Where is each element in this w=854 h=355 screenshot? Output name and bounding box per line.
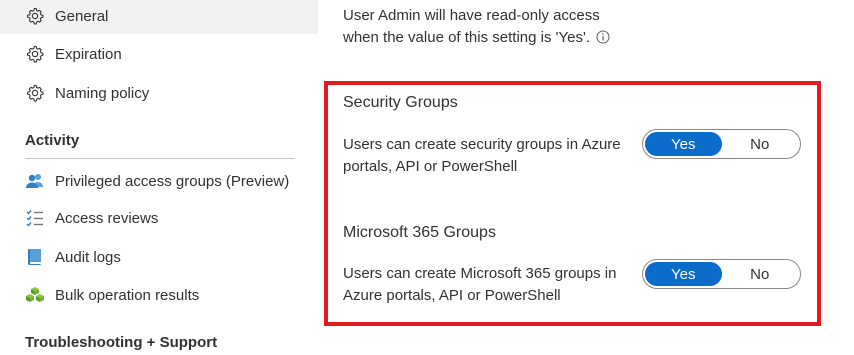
- sidebar-item-label: Expiration: [55, 45, 122, 63]
- sidebar-item-label: Privileged access groups (Preview): [55, 172, 290, 190]
- m365-groups-yes-option[interactable]: Yes: [645, 262, 722, 286]
- gear-icon: [25, 6, 45, 26]
- security-groups-description: Users can create security groups in Azur…: [343, 136, 621, 175]
- sidebar-item-expiration[interactable]: Expiration: [0, 36, 318, 72]
- security-groups-title: Security Groups: [343, 94, 458, 111]
- people-icon: [25, 171, 45, 191]
- sidebar: General Expiration Naming policy Activit…: [0, 0, 320, 355]
- book-icon: [25, 247, 45, 267]
- info-icon[interactable]: [596, 29, 610, 51]
- sidebar-item-bulk-operation-results[interactable]: Bulk operation results: [0, 277, 318, 313]
- sidebar-item-label: Naming policy: [55, 84, 150, 102]
- m365-groups-description: Users can create Microsoft 365 groups in…: [343, 265, 617, 304]
- sidebar-item-privileged-access-groups[interactable]: Privileged access groups (Preview): [0, 163, 318, 199]
- sidebar-item-general[interactable]: General: [0, 0, 318, 34]
- sidebar-item-access-reviews[interactable]: Access reviews: [0, 200, 318, 236]
- read-only-note-line1: User Admin will have read-only access: [343, 7, 600, 24]
- checklist-icon: [25, 208, 45, 228]
- security-groups-yes-option[interactable]: Yes: [645, 132, 722, 156]
- m365-groups-title: Microsoft 365 Groups: [343, 224, 496, 241]
- gear-icon: [25, 83, 45, 103]
- sidebar-item-naming-policy[interactable]: Naming policy: [0, 75, 318, 111]
- gear-icon: [25, 44, 45, 64]
- read-only-note-line2-row: when the value of this setting is 'Yes'.: [343, 27, 643, 51]
- activity-heading: Activity: [25, 132, 80, 149]
- security-groups-no-option[interactable]: No: [722, 132, 799, 156]
- read-only-note-line2: when the value of this setting is 'Yes'.: [343, 29, 590, 46]
- sidebar-item-label: Access reviews: [55, 209, 159, 227]
- sidebar-item-label: Audit logs: [55, 248, 121, 266]
- m365-groups-toggle[interactable]: Yes No: [642, 259, 801, 289]
- read-only-note: User Admin will have read-only access wh…: [343, 5, 643, 51]
- activity-divider: [25, 158, 295, 159]
- troubleshooting-heading: Troubleshooting + Support: [25, 334, 218, 351]
- sidebar-item-label: Bulk operation results: [55, 286, 200, 304]
- groups-general-settings-page: General Expiration Naming policy Activit…: [0, 0, 854, 355]
- security-groups-toggle[interactable]: Yes No: [642, 129, 801, 159]
- cubes-icon: [25, 285, 45, 305]
- sidebar-item-label: General: [55, 7, 109, 25]
- sidebar-item-audit-logs[interactable]: Audit logs: [0, 239, 318, 275]
- m365-groups-no-option[interactable]: No: [722, 262, 799, 286]
